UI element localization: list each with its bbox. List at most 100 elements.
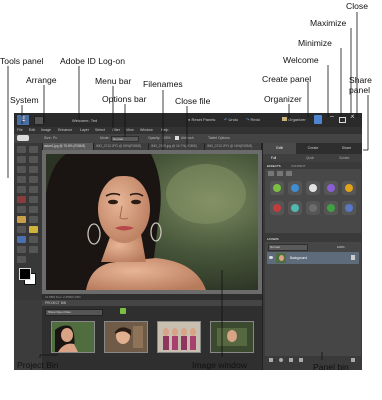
organizer-button[interactable]: Organizer — [282, 117, 306, 122]
opacity-value[interactable]: 100% — [162, 136, 171, 140]
menu-select[interactable]: Select — [95, 128, 105, 132]
effect-thumbnail[interactable] — [324, 181, 338, 195]
layers-opacity-value[interactable]: 100% — [337, 245, 345, 249]
mode-select[interactable]: Normal — [111, 136, 139, 142]
image-window[interactable] — [42, 150, 262, 294]
menu-enhance[interactable]: Enhance — [58, 128, 72, 132]
healing-brush-icon[interactable] — [29, 196, 38, 203]
layers-title[interactable]: LAYERS — [267, 237, 279, 241]
new-layer-icon[interactable] — [269, 358, 273, 362]
menu-view[interactable]: View — [126, 128, 134, 132]
file-tab[interactable]: IMG_0712.JPG @ 16%(RGB/8) — [205, 143, 262, 150]
project-bin-thumbnail[interactable] — [51, 321, 95, 353]
filters-icon[interactable] — [268, 171, 274, 176]
adjustment-layer-icon[interactable] — [279, 358, 283, 362]
callout-image-window: Image window — [192, 360, 247, 370]
app-logo[interactable]: E — [17, 115, 29, 125]
effect-thumbnail[interactable] — [342, 201, 356, 215]
project-bin-thumbnail[interactable] — [104, 321, 148, 353]
pencil-tool-icon[interactable] — [29, 246, 38, 253]
tab-create[interactable]: Create — [296, 143, 330, 154]
file-tab[interactable]: asian1.jpg @ 76.8% (RGB/8) — [42, 143, 94, 150]
mask-icon[interactable] — [289, 358, 293, 362]
brush-tool-icon[interactable] — [17, 216, 26, 223]
layer-visibility-icon[interactable] — [269, 256, 273, 259]
effect-thumbnail[interactable] — [288, 181, 302, 195]
effect-thumbnail[interactable] — [342, 181, 356, 195]
clone-stamp-icon[interactable] — [17, 206, 26, 213]
layer-row[interactable]: Background — [267, 252, 359, 264]
subtab-full[interactable]: Full — [271, 156, 276, 160]
crop-tool-icon[interactable] — [29, 186, 38, 193]
menu-help[interactable]: Help — [161, 128, 168, 132]
photo-canvas[interactable] — [46, 154, 258, 290]
marquee-tool-icon[interactable] — [17, 166, 26, 173]
trash-icon[interactable] — [351, 358, 355, 362]
eraser-tool-icon[interactable] — [29, 206, 38, 213]
window-title[interactable]: Welcome, Ted — [72, 118, 97, 123]
menu-window[interactable]: Window — [140, 128, 153, 132]
photo-effects-icon[interactable] — [286, 171, 292, 176]
effect-thumbnail[interactable] — [270, 181, 284, 195]
redo-label: Redo — [250, 117, 261, 122]
tab-share[interactable]: Share — [330, 143, 362, 154]
straighten-tool-icon[interactable] — [17, 256, 26, 263]
paint-bucket-icon[interactable] — [17, 226, 26, 233]
airbrush-checkbox[interactable] — [175, 136, 179, 140]
minimize-button[interactable]: – — [330, 113, 334, 120]
project-bin-thumbnail[interactable] — [210, 321, 254, 353]
project-bin-filter-select[interactable]: Show Open Files — [45, 309, 103, 316]
effect-thumbnail[interactable] — [306, 201, 320, 215]
brush-preset-picker[interactable] — [17, 135, 29, 141]
title-bar: E Welcome, Ted ● Reset Panels ↶ Undo ↷ R… — [14, 113, 362, 127]
file-tab[interactable]: IMG_0712.JPG @ 50%(RGB/8) — [94, 143, 149, 150]
zoom-tool-icon[interactable] — [17, 146, 26, 153]
effect-thumbnail[interactable] — [288, 201, 302, 215]
blur-tool-icon[interactable] — [29, 236, 38, 243]
sponge-tool-icon[interactable] — [17, 246, 26, 253]
eyedropper-tool-icon[interactable] — [17, 156, 26, 163]
move-tool-icon[interactable] — [29, 156, 38, 163]
effect-thumbnail[interactable] — [270, 201, 284, 215]
redo-button[interactable]: ↷ Redo — [246, 117, 260, 122]
size-value[interactable]: Px — [53, 136, 57, 140]
blend-mode-select[interactable]: Normal — [268, 244, 308, 251]
undo-button[interactable]: ↶ Undo — [224, 117, 238, 122]
subtab-quick[interactable]: Quick — [306, 156, 314, 160]
content-title[interactable]: CONTENT — [291, 164, 306, 168]
welcome-icon[interactable] — [314, 115, 322, 124]
magic-wand-tool-icon[interactable] — [17, 176, 26, 183]
menu-layer[interactable]: Layer — [80, 128, 89, 132]
lasso-tool-icon[interactable] — [29, 166, 38, 173]
hand-tool-icon[interactable] — [29, 146, 38, 153]
effects-panel: EFFECTS CONTENT — [265, 163, 361, 233]
red-eye-tool-icon[interactable] — [17, 196, 26, 203]
close-button[interactable]: × — [350, 113, 355, 121]
foreground-color-swatch[interactable] — [19, 268, 31, 280]
tablet-options[interactable]: Tablet Options — [208, 136, 230, 140]
maximize-button[interactable] — [339, 117, 346, 123]
menu-file[interactable]: File — [17, 128, 23, 132]
menu-filter[interactable]: Filter — [112, 128, 120, 132]
project-bin-header[interactable]: PROJECT BIN — [42, 300, 262, 306]
smart-brush-icon[interactable] — [29, 216, 38, 223]
menu-edit[interactable]: Edit — [29, 128, 35, 132]
project-bin-thumbnail[interactable] — [157, 321, 201, 353]
selection-brush-icon[interactable] — [29, 176, 38, 183]
type-tool-icon[interactable] — [17, 186, 26, 193]
arrange-button[interactable] — [34, 116, 44, 125]
gradient-tool-icon[interactable] — [29, 226, 38, 233]
effect-thumbnail[interactable] — [324, 201, 338, 215]
size-label: Size: — [44, 136, 52, 140]
lock-icon[interactable] — [299, 358, 303, 362]
effect-thumbnail[interactable] — [306, 181, 320, 195]
file-tab[interactable]: IMG_2389.jpg @ 16.7%(RGB/8) — [149, 143, 205, 150]
reset-panels-button[interactable]: ● Reset Panels — [188, 117, 215, 122]
tab-edit[interactable]: Edit — [263, 143, 296, 154]
shape-tool-icon[interactable] — [17, 236, 26, 243]
project-bin-add-icon[interactable] — [120, 308, 126, 314]
subtab-guided[interactable]: Guided — [339, 156, 349, 160]
menu-image[interactable]: Image — [41, 128, 51, 132]
layer-styles-icon[interactable] — [277, 171, 283, 176]
effects-title[interactable]: EFFECTS — [267, 164, 281, 168]
